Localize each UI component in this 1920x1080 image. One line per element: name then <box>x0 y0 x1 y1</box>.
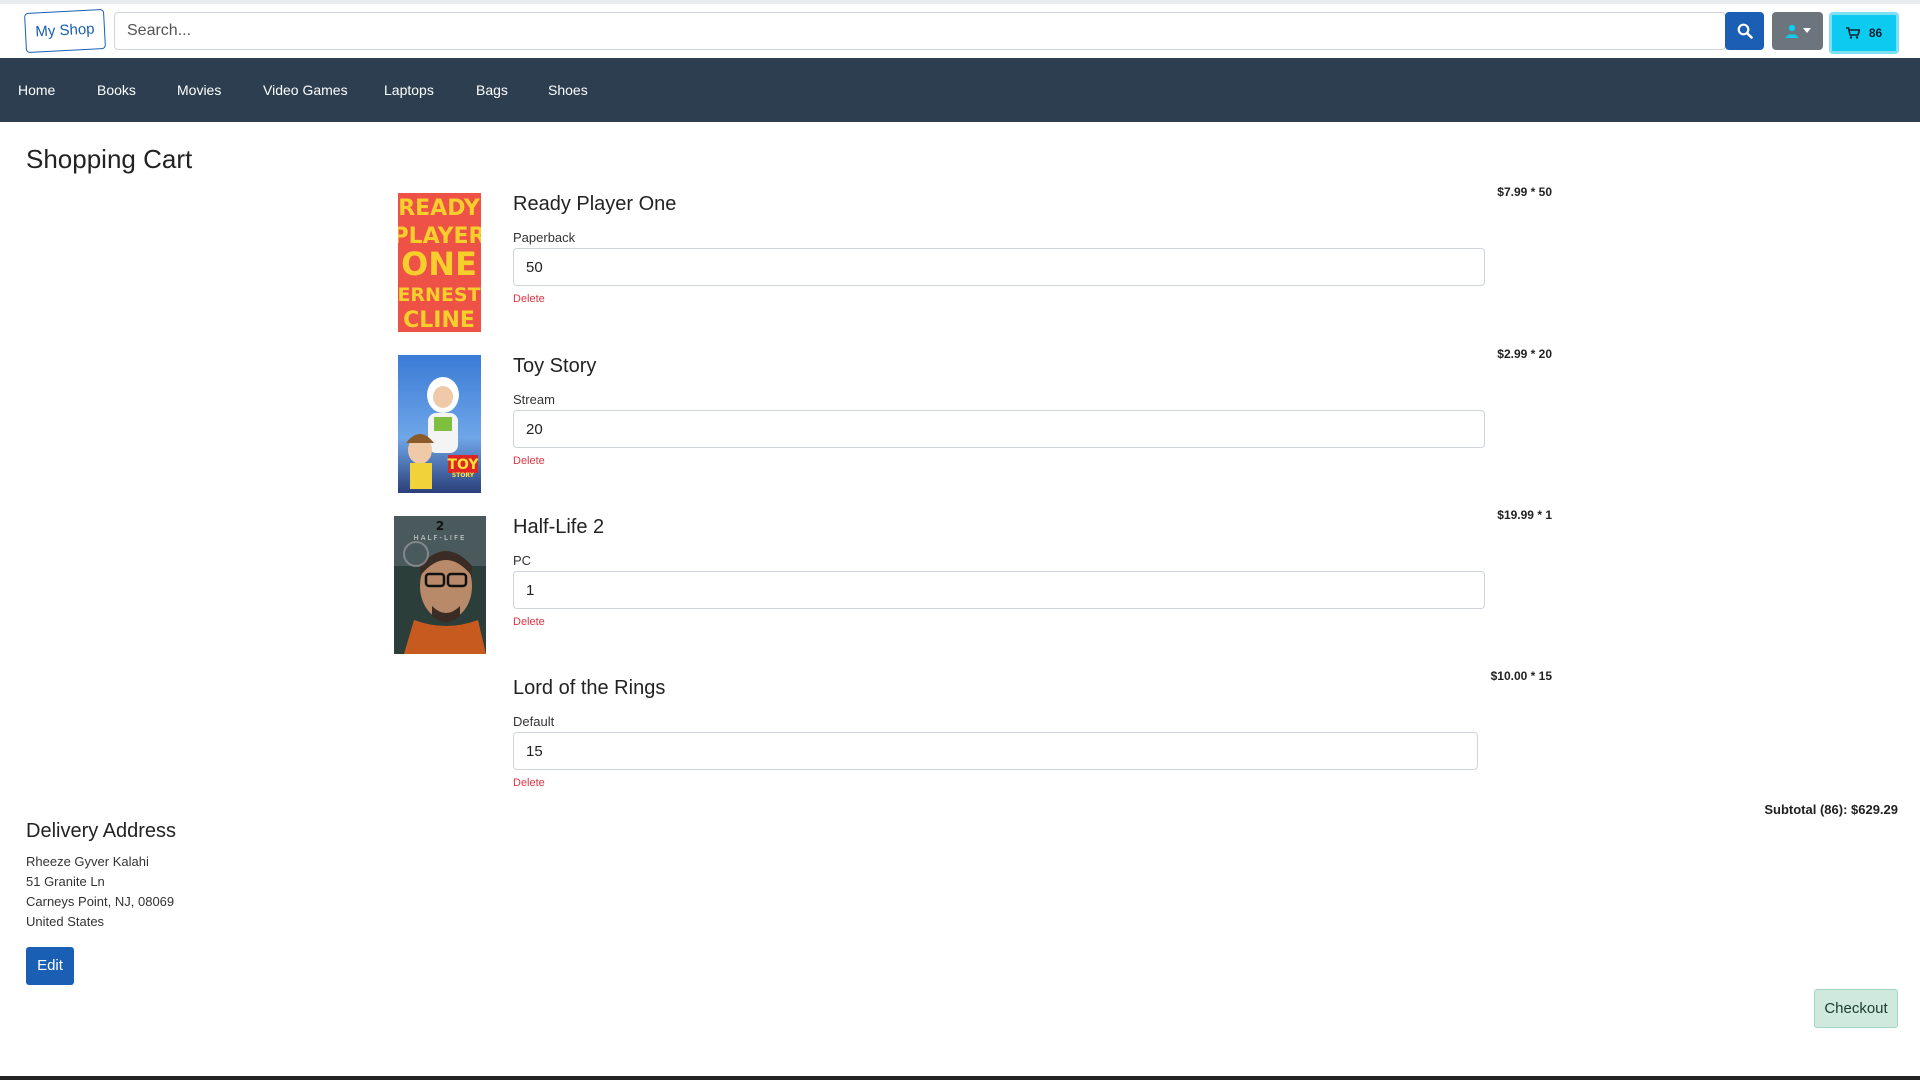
item-price: $2.99 * 20 <box>1497 347 1552 361</box>
address-street: 51 Granite Ln <box>26 874 105 889</box>
search-box[interactable] <box>114 12 1726 50</box>
cart-item: TOY STORY Toy Story Stream Delete $2.99 … <box>0 347 1920 515</box>
item-variant: Paperback <box>513 230 576 245</box>
cover-text-ready: READY <box>398 196 481 221</box>
item-title[interactable]: Lord of the Rings <box>513 677 665 700</box>
quantity-field[interactable] <box>513 248 1485 286</box>
search-icon <box>1737 23 1753 39</box>
search-input[interactable] <box>115 13 1725 49</box>
header: My Shop 86 <box>0 4 1920 58</box>
item-variant: Stream <box>513 392 555 407</box>
quantity-field[interactable] <box>513 732 1478 770</box>
nav-item-video-games[interactable]: Video Games <box>263 58 348 122</box>
delivery-address-title: Delivery Address <box>26 820 177 842</box>
address-country: United States <box>26 914 105 929</box>
brand-logo[interactable]: My Shop <box>24 8 106 54</box>
poster-text-toy: TOY <box>447 457 479 473</box>
cart-button[interactable]: 86 <box>1829 12 1899 54</box>
cart-count-badge: 86 <box>1868 26 1883 40</box>
quantity-input[interactable] <box>514 572 1484 608</box>
cover-text-ernest: ERNEST <box>398 284 481 306</box>
delete-link[interactable]: Delete <box>513 777 545 789</box>
search-button[interactable] <box>1725 12 1764 50</box>
delete-link[interactable]: Delete <box>513 616 545 628</box>
cart-item: READY PLAYER ONE ERNEST CLINE Ready Play… <box>0 185 1920 353</box>
quantity-field[interactable] <box>513 571 1485 609</box>
nav-item-bags[interactable]: Bags <box>476 58 508 122</box>
cover-text-one: ONE <box>401 245 477 283</box>
item-variant: PC <box>513 553 532 568</box>
subtotal: Subtotal (86): $629.29 <box>1764 802 1898 817</box>
delete-link[interactable]: Delete <box>513 455 545 467</box>
poster-text-story: STORY <box>452 472 475 479</box>
delete-link[interactable]: Delete <box>513 293 545 305</box>
quantity-input[interactable] <box>514 733 1477 769</box>
cover-text-title: HALF-LIFE <box>414 534 467 542</box>
game-cover-icon[interactable]: HALF-LIFE 2 <box>394 516 486 654</box>
caret-down-icon <box>1802 28 1811 33</box>
item-price: $10.00 * 15 <box>1490 669 1552 683</box>
item-price: $19.99 * 1 <box>1497 508 1552 522</box>
nav-item-books[interactable]: Books <box>97 58 136 122</box>
item-title[interactable]: Half-Life 2 <box>513 516 604 539</box>
checkout-button[interactable]: Checkout <box>1814 989 1898 1028</box>
nav-item-shoes[interactable]: Shoes <box>548 58 588 122</box>
cart-item: HALF-LIFE 2 Half-Life 2 PC Delete $19.99… <box>0 508 1920 676</box>
cover-text-number: 2 <box>436 519 444 533</box>
cart-icon <box>1845 27 1860 39</box>
cover-text-cline: CLINE <box>403 308 475 332</box>
user-icon <box>1785 24 1798 38</box>
item-variant: Default <box>513 714 555 729</box>
edit-address-button[interactable]: Edit <box>26 947 74 985</box>
user-menu-button[interactable] <box>1772 12 1823 50</box>
movie-poster-icon[interactable]: TOY STORY <box>398 355 481 493</box>
cart-item: Lord of the Rings Default Delete $10.00 … <box>0 669 1920 837</box>
main-nav: Home Books Movies Video Games Laptops Ba… <box>0 58 1920 122</box>
address-name: Rheeze Gyver Kalahi <box>26 854 149 869</box>
item-title[interactable]: Ready Player One <box>513 193 676 216</box>
nav-item-home[interactable]: Home <box>18 58 55 122</box>
item-title[interactable]: Toy Story <box>513 355 596 378</box>
quantity-input[interactable] <box>514 411 1484 447</box>
bottom-bar <box>0 1076 1920 1080</box>
book-cover-icon[interactable]: READY PLAYER ONE ERNEST CLINE <box>398 193 481 332</box>
page-title: Shopping Cart <box>26 144 193 174</box>
item-price: $7.99 * 50 <box>1497 185 1552 199</box>
quantity-input[interactable] <box>514 249 1484 285</box>
nav-item-laptops[interactable]: Laptops <box>384 58 434 122</box>
quantity-field[interactable] <box>513 410 1485 448</box>
address-city: Carneys Point, NJ, 08069 <box>26 894 175 909</box>
nav-item-movies[interactable]: Movies <box>177 58 221 122</box>
